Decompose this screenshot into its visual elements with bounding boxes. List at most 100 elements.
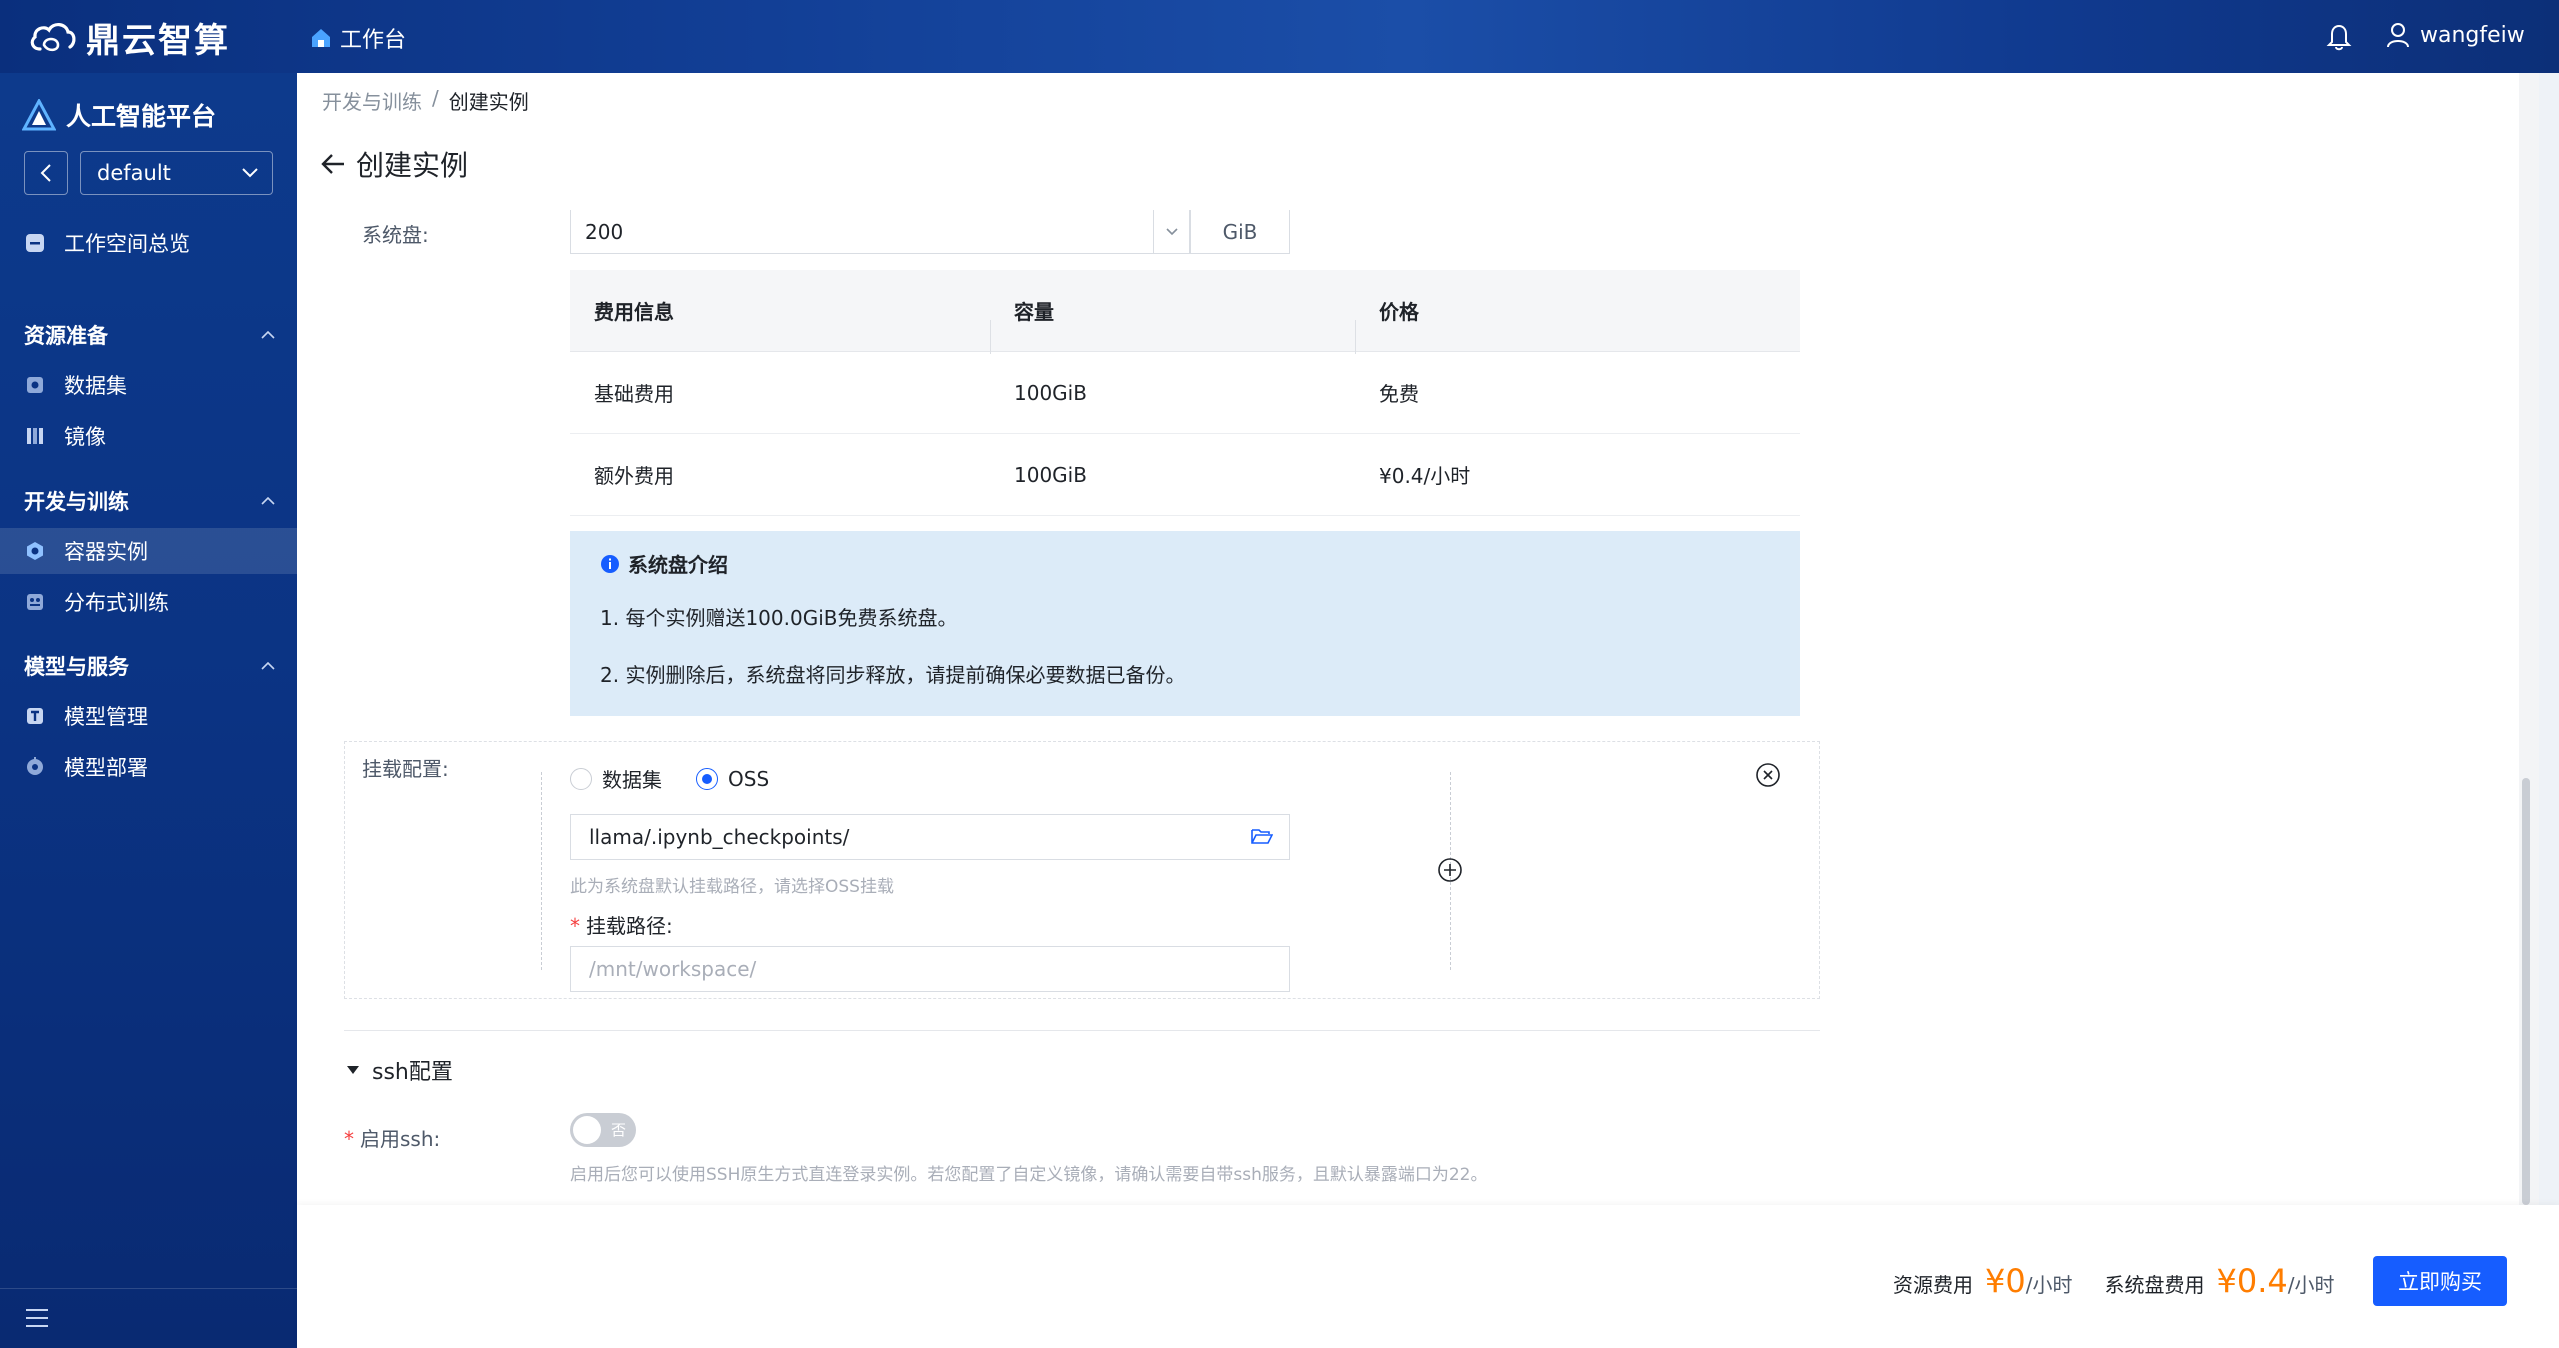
sidebar-collapse-button[interactable]: [0, 1288, 297, 1348]
brand-logo[interactable]: 鼎云智算: [28, 16, 230, 61]
info-icon: [601, 554, 619, 573]
oss-path-value: llama/.ipynb_checkpoints/: [589, 825, 850, 849]
mount-path-placeholder: /mnt/workspace/: [589, 957, 757, 981]
sidebar-item-container-instance[interactable]: 容器实例: [0, 528, 297, 574]
radio-dataset-label[interactable]: 数据集: [602, 764, 662, 793]
sidebar-item-model-deploy[interactable]: 模型部署: [0, 744, 297, 790]
system-disk-unit: GiB: [1190, 210, 1290, 254]
ssh-enable-label: * 启用ssh:: [344, 1127, 441, 1151]
sidebar-group-resources[interactable]: 资源准备: [0, 315, 297, 355]
cloud-logo-icon: [30, 23, 76, 52]
sidebar-item-dataset[interactable]: 数据集: [0, 362, 297, 408]
username: wangfeiw: [2420, 22, 2525, 48]
table-cell: 100GiB: [1014, 380, 1087, 405]
menu-icon: [26, 1309, 48, 1327]
platform-title: 人工智能平台: [22, 97, 216, 133]
chevron-up-icon: [261, 331, 275, 339]
oss-path-input[interactable]: llama/.ipynb_checkpoints/: [570, 814, 1290, 860]
scrollbar-thumb[interactable]: [2522, 778, 2530, 1205]
breadcrumb-parent[interactable]: 开发与训练: [322, 86, 422, 115]
table-row: 基础费用 100GiB 免费: [570, 352, 1800, 434]
arrow-left-icon[interactable]: [320, 152, 346, 176]
breadcrumb: 开发与训练 / 创建实例: [322, 86, 529, 115]
platform-name: 人工智能平台: [66, 102, 217, 131]
sidebar: 人工智能平台 default 工作空间总览 资源准备 数据集 镜像 开发与训练 …: [0, 73, 297, 1348]
radio-dataset[interactable]: [570, 767, 592, 790]
page-title: 创建实例: [320, 144, 468, 184]
column-header: 价格: [1355, 296, 1800, 354]
brand-name: 鼎云智算: [86, 20, 230, 61]
system-disk-value: 200: [585, 219, 624, 244]
mount-item-frame: [541, 772, 1451, 970]
info-line: 2. 实例删除后，系统盘将同步释放，请提前确保必要数据已备份。: [600, 663, 1186, 687]
sidebar-item-distributed-training[interactable]: 分布式训练: [0, 579, 297, 625]
system-disk-input[interactable]: 200: [570, 210, 1190, 254]
ssh-toggle[interactable]: 否: [570, 1113, 636, 1147]
sidebar-group-model-service[interactable]: 模型与服务: [0, 646, 297, 686]
folder-open-icon[interactable]: [1251, 827, 1273, 845]
sidebar-item-image[interactable]: 镜像: [0, 413, 297, 459]
overview-icon: [26, 234, 44, 252]
top-bar: 鼎云智算 工作台 wangfeiw: [0, 0, 2559, 73]
disk-stepper[interactable]: [1153, 210, 1189, 254]
column-header: 费用信息: [594, 300, 674, 324]
chevron-left-icon: [40, 164, 51, 182]
bell-icon[interactable]: [2324, 20, 2354, 52]
disk-fee-amount: ¥0.4: [2216, 1262, 2288, 1300]
radio-oss-label[interactable]: OSS: [728, 767, 769, 791]
deploy-icon: [27, 757, 43, 775]
toggle-knob: [573, 1116, 601, 1144]
section-divider: [344, 1030, 1820, 1031]
sidebar-back-button[interactable]: [24, 151, 68, 195]
mount-config-label: 挂载配置:: [362, 757, 449, 781]
chevron-down-icon: [242, 168, 258, 178]
sidebar-group-dev-training[interactable]: 开发与训练: [0, 481, 297, 521]
model-icon: [27, 708, 43, 724]
breadcrumb-separator: /: [432, 86, 439, 110]
disk-fee-unit: /小时: [2287, 1273, 2335, 1297]
header-panel: [297, 73, 2537, 199]
resource-fee-label: 资源费用: [1893, 1273, 1973, 1297]
sidebar-item-model-management[interactable]: 模型管理: [0, 693, 297, 739]
user-menu[interactable]: wangfeiw: [2386, 22, 2525, 48]
system-disk-label: 系统盘:: [362, 223, 429, 247]
table-cell: 基础费用: [594, 382, 674, 406]
table-cell: 免费: [1379, 382, 1419, 406]
resource-fee-amount: ¥0: [1985, 1262, 2026, 1300]
image-icon: [27, 428, 43, 444]
table-cell: 额外费用: [594, 464, 674, 488]
ssh-section-header[interactable]: ssh配置: [346, 1054, 453, 1086]
user-icon: [2387, 23, 2409, 48]
oss-path-hint: 此为系统盘默认挂载路径，请选择OSS挂载: [570, 877, 894, 897]
caret-down-icon: [347, 1066, 359, 1074]
mount-path-label: * 挂载路径:: [570, 914, 673, 938]
sidebar-item-overview[interactable]: 工作空间总览: [0, 220, 297, 266]
buy-now-button[interactable]: 立即购买: [2373, 1256, 2507, 1306]
workbench-label: 工作台: [340, 28, 407, 53]
mount-path-input[interactable]: /mnt/workspace/: [570, 946, 1290, 992]
column-header: 容量: [990, 296, 1355, 354]
add-mount-icon[interactable]: [1437, 857, 1463, 883]
platform-logo-icon: [22, 99, 56, 131]
mount-type-radio-group: 数据集 OSS: [570, 764, 769, 793]
workbench-link[interactable]: 工作台: [310, 22, 406, 54]
info-title: 系统盘介绍: [600, 549, 1770, 578]
breadcrumb-current: 创建实例: [448, 90, 529, 114]
toggle-text: 否: [610, 1121, 626, 1139]
table-row: 额外费用 100GiB ¥0.4/小时: [570, 434, 1800, 516]
system-disk-info-box: 系统盘介绍 1. 每个实例赠送100.0GiB免费系统盘。 2. 实例删除后，系…: [570, 531, 1800, 716]
radio-oss[interactable]: [696, 767, 718, 790]
distributed-icon: [27, 594, 43, 610]
resource-fee-unit: /小时: [2025, 1273, 2073, 1297]
home-icon: [312, 29, 330, 47]
container-icon: [27, 542, 43, 560]
fee-summary: 资源费用 ¥0 /小时 系统盘费用 ¥0.4 /小时: [1893, 1262, 2334, 1300]
workspace-select[interactable]: default: [80, 151, 273, 195]
dataset-icon: [27, 377, 43, 393]
chevron-down-icon: [1165, 228, 1178, 236]
info-line: 1. 每个实例赠送100.0GiB免费系统盘。: [600, 606, 958, 630]
page-title-text: 创建实例: [356, 149, 469, 182]
workspace-value: default: [97, 161, 171, 185]
ssh-hint: 启用后您可以使用SSH原生方式直连登录实例。若您配置了自定义镜像，请确认需要自带…: [570, 1165, 1488, 1185]
remove-mount-icon[interactable]: [1755, 762, 1781, 788]
